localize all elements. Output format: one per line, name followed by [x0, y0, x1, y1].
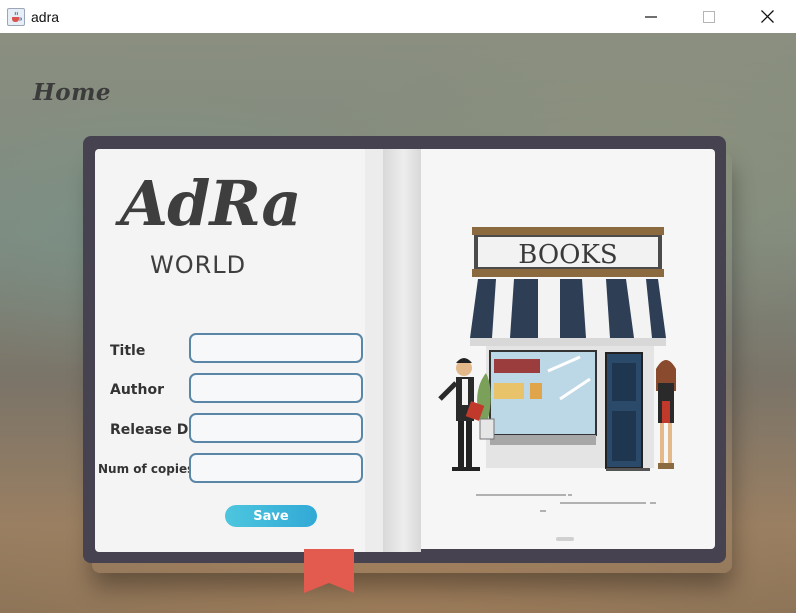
window-title: adra	[31, 8, 60, 25]
book-gutter	[383, 149, 421, 552]
minimize-icon	[645, 15, 657, 18]
app-background: Home AdRa WORLD Title Author Release D N…	[0, 33, 796, 613]
close-icon	[760, 10, 774, 23]
author-input[interactable]	[189, 373, 363, 403]
app-logo-subtitle: WORLD	[150, 251, 247, 279]
close-button[interactable]	[738, 0, 796, 33]
release-date-label: Release D	[110, 422, 189, 438]
title-input[interactable]	[189, 333, 363, 363]
java-cup-icon	[7, 7, 25, 26]
home-link[interactable]: Home	[33, 79, 111, 106]
author-label: Author	[110, 382, 164, 398]
maximize-button[interactable]	[680, 0, 738, 33]
minimize-button[interactable]	[622, 0, 680, 33]
bookmark-ribbon	[304, 549, 354, 593]
books-sign: BOOKS	[518, 240, 617, 270]
num-copies-label: Num of copies	[98, 462, 195, 476]
num-copies-input[interactable]	[189, 453, 363, 483]
maximize-icon	[703, 10, 715, 23]
title-label: Title	[110, 343, 146, 359]
app-logo: AdRa	[120, 167, 302, 240]
save-button[interactable]: Save	[225, 505, 317, 527]
title-bar: adra	[0, 0, 796, 34]
release-date-input[interactable]	[189, 413, 363, 443]
bookstore-illustration: BOOKS	[438, 227, 676, 541]
left-page-edge	[365, 149, 383, 552]
